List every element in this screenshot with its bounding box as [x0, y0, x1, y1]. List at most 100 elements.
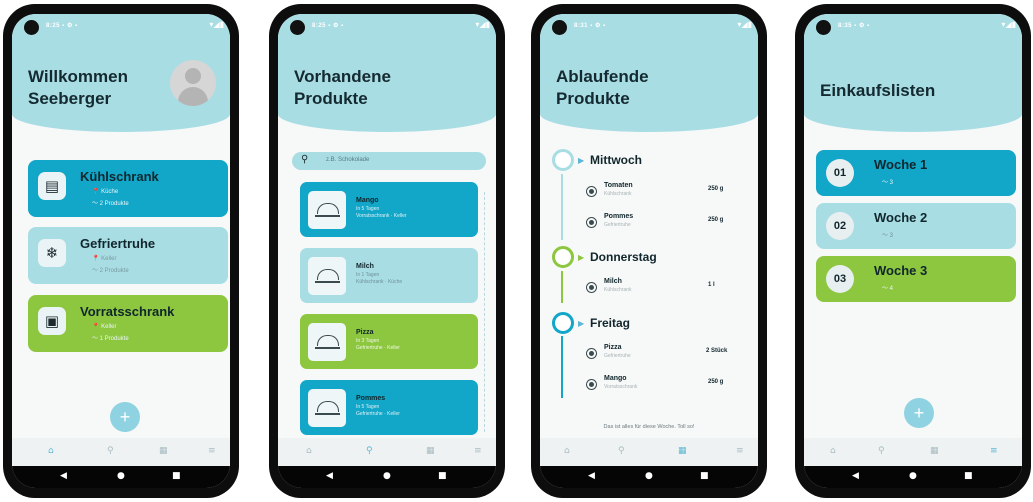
item-name: Pizza: [604, 344, 622, 351]
home-icon[interactable]: ⌂: [830, 446, 836, 456]
camera-hole: [552, 20, 567, 35]
product-card-milch[interactable]: Milch In 1 Tagen Kühlschrank · Küche: [300, 248, 478, 303]
product-name: Milch: [356, 263, 374, 270]
storage-count: 〜 1 Produkte: [92, 336, 129, 342]
page-title: Willkommen Seeberger: [28, 67, 128, 108]
search-icon[interactable]: ⚲: [878, 446, 885, 456]
signal-battery-icon: ▾◢▮: [1001, 20, 1016, 29]
avatar[interactable]: [170, 60, 216, 106]
calendar-icon[interactable]: ▦: [159, 446, 168, 456]
product-expiry: In 1 Tagen: [356, 272, 380, 278]
radio-icon[interactable]: [586, 379, 597, 390]
recents-icon[interactable]: ■: [438, 471, 447, 481]
add-button[interactable]: +: [110, 402, 140, 432]
product-expiry: In 5 Tagen: [356, 404, 380, 410]
radio-icon[interactable]: [586, 282, 597, 293]
radio-icon[interactable]: [586, 217, 597, 228]
search-bar[interactable]: ⚲ z.B. Schokolade: [292, 152, 486, 170]
status-time: 8:31 ▪ ⚙ ▪: [574, 23, 606, 29]
page-title: Ablaufende Produkte: [556, 67, 649, 108]
back-icon[interactable]: ◀: [852, 471, 859, 481]
calendar-icon[interactable]: ▦: [678, 446, 687, 456]
timeline-line: [561, 174, 563, 240]
scrollbar[interactable]: [484, 192, 485, 432]
list-icon[interactable]: ≡: [990, 446, 998, 456]
back-icon[interactable]: ◀: [326, 471, 333, 481]
day-label: Freitag: [590, 316, 631, 330]
storage-name: Kühlschrank: [80, 169, 159, 184]
recents-icon[interactable]: ■: [964, 471, 973, 481]
snowflake-icon: ❄: [38, 239, 66, 267]
avatar-body: [178, 87, 208, 106]
storage-card-kuehlschrank[interactable]: ▤ Kühlschrank 📍 Küche 〜 2 Produkte: [28, 160, 228, 217]
shopping-list-week-2[interactable]: 02 Woche 2 〜 3: [816, 203, 1016, 249]
home-icon[interactable]: ⌂: [48, 446, 54, 456]
list-count: 〜 3: [882, 233, 894, 239]
product-expiry: In 5 Tagen: [356, 206, 380, 212]
product-location: Vorratsschrank · Keller: [356, 213, 407, 219]
item-quantity: 250 g: [708, 186, 724, 192]
footer-note: Das ist alles für diese Woche. Toll so!: [603, 424, 695, 430]
signal-battery-icon: ▾◢▮: [737, 20, 752, 29]
search-icon: ⚲: [301, 154, 309, 165]
storage-location: 📍 Küche: [92, 189, 119, 195]
home-circle-icon[interactable]: ●: [383, 471, 391, 481]
home-circle-icon[interactable]: ●: [645, 471, 653, 481]
header: Vorhandene Produkte: [278, 40, 496, 132]
product-expiry: In 3 Tagen: [356, 338, 380, 344]
shopping-list-week-3[interactable]: 03 Woche 3 〜 4: [816, 256, 1016, 302]
storage-card-gefriertruhe[interactable]: ❄ Gefriertruhe 📍 Keller 〜 2 Produkte: [28, 227, 228, 284]
home-circle-icon[interactable]: ●: [117, 471, 125, 481]
screen-expiring: 8:31 ▪ ⚙ ▪ ▾◢▮ Ablaufende Produkte ▶ Mit…: [540, 14, 758, 488]
header: Willkommen Seeberger: [12, 40, 230, 132]
product-card-mango[interactable]: Mango In 5 Tagen Vorratsschrank · Keller: [300, 182, 478, 237]
item-quantity: 1 l: [708, 282, 715, 288]
storage-card-vorratsschrank[interactable]: ▣ Vorratsschrank 📍 Keller 〜 1 Produkte: [28, 295, 228, 352]
search-icon[interactable]: ⚲: [366, 446, 373, 456]
list-name: Woche 1: [874, 157, 928, 172]
radio-icon[interactable]: [586, 348, 597, 359]
item-name: Milch: [604, 278, 622, 285]
calendar-icon[interactable]: ▦: [426, 446, 435, 456]
search-input[interactable]: z.B. Schokolade: [326, 157, 369, 163]
storage-count: 〜 2 Produkte: [92, 201, 129, 207]
home-icon[interactable]: ⌂: [306, 446, 312, 456]
list-number: 02: [826, 212, 854, 240]
item-name: Tomaten: [604, 182, 633, 189]
product-location: Gefriertruhe · Keller: [356, 411, 400, 417]
search-icon[interactable]: ⚲: [618, 446, 625, 456]
home-icon[interactable]: ⌂: [564, 446, 570, 456]
product-card-pizza[interactable]: Pizza In 3 Tagen Gefriertruhe · Keller: [300, 314, 478, 369]
home-circle-icon[interactable]: ●: [909, 471, 917, 481]
add-button[interactable]: +: [904, 398, 934, 428]
status-time: 8:25 ▪ ⚙ ▪: [46, 23, 78, 29]
back-icon[interactable]: ◀: [588, 471, 595, 481]
phone-shopping-lists: 8:35 ▪ ⚙ ▪ ▾◢▮ Einkaufslisten 01 Woche 1…: [795, 4, 1031, 498]
item-quantity: 2 Stück: [706, 348, 728, 354]
product-card-pommes[interactable]: Pommes In 5 Tagen Gefriertruhe · Keller: [300, 380, 478, 435]
radio-icon[interactable]: [586, 186, 597, 197]
product-location: Gefriertruhe · Keller: [356, 345, 400, 351]
cabinet-icon: ▣: [38, 307, 66, 335]
search-icon[interactable]: ⚲: [107, 446, 114, 456]
storage-location: 📍 Keller: [92, 324, 117, 330]
play-arrow-icon: ▶: [578, 319, 585, 328]
screen-shopping-lists: 8:35 ▪ ⚙ ▪ ▾◢▮ Einkaufslisten 01 Woche 1…: [804, 14, 1022, 488]
shopping-list-week-1[interactable]: 01 Woche 1 〜 3: [816, 150, 1016, 196]
back-icon[interactable]: ◀: [60, 471, 67, 481]
storage-count: 〜 2 Produkte: [92, 268, 129, 274]
page-title: Einkaufslisten: [820, 81, 936, 100]
recents-icon[interactable]: ■: [700, 471, 709, 481]
list-icon[interactable]: ≡: [208, 446, 216, 456]
recents-icon[interactable]: ■: [172, 471, 181, 481]
item-location: Kühlschrank: [604, 287, 632, 293]
cloche-icon: [308, 257, 346, 295]
product-name: Mango: [356, 197, 379, 204]
list-icon[interactable]: ≡: [474, 446, 482, 456]
signal-battery-icon: ▾◢▮: [475, 20, 490, 29]
list-icon[interactable]: ≡: [736, 446, 744, 456]
calendar-icon[interactable]: ▦: [930, 446, 939, 456]
cloche-icon: [308, 191, 346, 229]
status-bar: 8:25 ▪ ⚙ ▪ ▾◢▮: [278, 14, 496, 40]
status-bar: 8:31 ▪ ⚙ ▪ ▾◢▮: [540, 14, 758, 40]
